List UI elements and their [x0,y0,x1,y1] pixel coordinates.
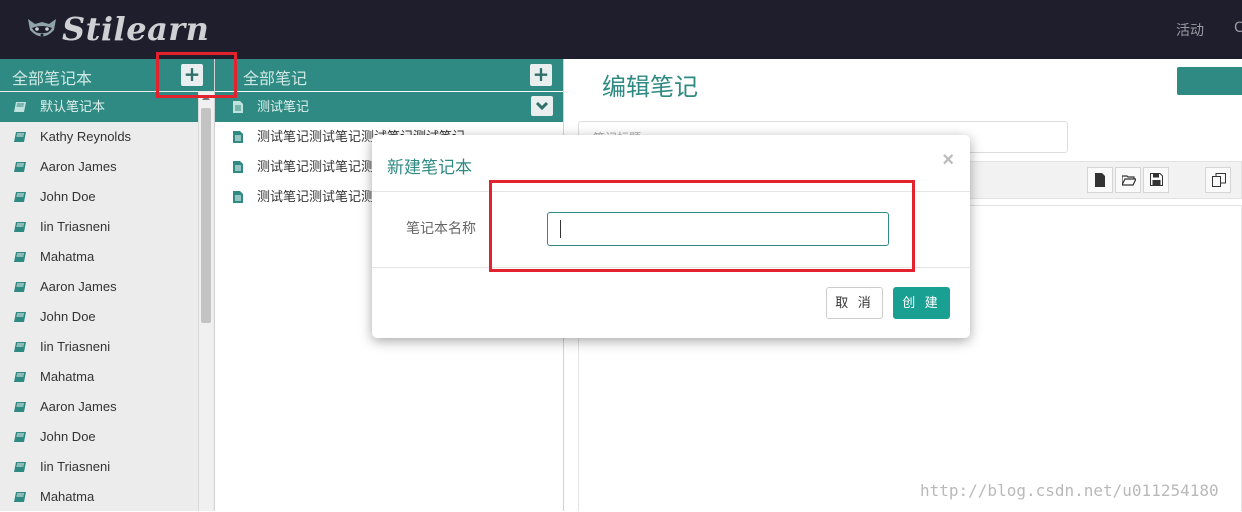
notes-header: 全部笔记 + [215,59,563,91]
notebooks-panel: 全部笔记本 + 默认笔记本 Kathy Reynolds Aaron James… [0,59,215,511]
notebook-item-label: John Doe [40,429,96,444]
scrollbar-thumb[interactable] [201,108,211,323]
notebook-item[interactable]: Aaron James [0,272,198,302]
copy-button[interactable] [1205,167,1231,193]
chevron-down-icon [535,101,549,111]
add-note-button[interactable]: + [530,64,552,86]
open-folder-button[interactable] [1115,167,1141,193]
notebook-item-label: Aaron James [40,399,117,414]
notebook-item[interactable]: John Doe [0,182,198,212]
dialog-title: 新建笔记本 [387,158,472,177]
book-icon [14,462,26,472]
document-icon [233,131,243,143]
raccoon-logo-icon [28,19,56,37]
notebook-item-label: John Doe [40,189,96,204]
notebook-item-label: Iin Triasneni [40,219,111,234]
notebook-item-label: John Doe [40,309,96,324]
notebook-item[interactable]: Mahatma [0,242,198,272]
notes-header-title: 全部笔记 [243,71,308,88]
app-logo[interactable]: Stilearn [26,10,209,48]
notebooks-header-title: 全部笔记本 [12,71,93,88]
book-icon [14,252,26,262]
notebook-item[interactable]: Kathy Reynolds [0,122,198,152]
notebook-list-scrollbar[interactable] [198,92,213,511]
notebook-item[interactable]: John Doe [0,422,198,452]
notebook-item-label: Aaron James [40,279,117,294]
notebook-item[interactable]: John Doe [0,302,198,332]
note-options-button[interactable] [531,96,553,116]
create-button[interactable]: 创 建 [893,287,950,319]
save-button[interactable] [1143,167,1169,193]
document-icon [233,101,243,113]
book-icon [14,162,26,172]
nav-activity-link[interactable]: 活动 [1176,20,1204,40]
notebook-item[interactable]: Aaron James [0,152,198,182]
note-item-label: 测试笔记 [257,99,310,114]
notebook-item[interactable]: Mahatma [0,482,198,512]
book-icon [14,492,26,502]
notebook-item-label: Kathy Reynolds [40,129,132,144]
nav-edge-item[interactable]: C [1234,20,1242,38]
app-logo-text: Stilearn [62,10,210,48]
notebook-item-label: 默认笔记本 [40,99,106,114]
notebook-item-label: Aaron James [40,159,117,174]
book-icon [14,132,26,142]
notebook-item[interactable]: Mahatma [0,362,198,392]
folder-open-icon [1122,175,1136,186]
notebook-item-label: Mahatma [40,249,95,264]
notebook-item[interactable]: Iin Triasneni [0,212,198,242]
notebook-item-label: Iin Triasneni [40,339,111,354]
book-icon [14,312,26,322]
book-icon [14,192,26,202]
document-icon [233,191,243,203]
notebook-item[interactable]: Iin Triasneni [0,332,198,362]
close-icon[interactable]: × [942,149,954,172]
book-icon [14,432,26,442]
cancel-button[interactable]: 取 消 [826,287,883,319]
annotation-highlight-add-button [156,52,237,98]
save-icon [1150,173,1163,186]
new-file-button[interactable] [1087,167,1113,193]
notebook-item-label: Mahatma [40,369,95,384]
notebook-name-label: 笔记本名称 [406,220,476,236]
book-icon [14,222,26,232]
watermark-text: http://blog.csdn.net/u011254180 [920,481,1219,500]
top-header: Stilearn 活动 C [0,0,1242,59]
notebook-item-label: Mahatma [40,489,95,504]
editor-title: 编辑笔记 [602,74,698,101]
document-icon [233,161,243,173]
file-icon [1095,173,1105,187]
note-item[interactable]: 测试笔记 [215,92,563,122]
book-icon [14,342,26,352]
book-icon [14,372,26,382]
notebook-item-label: Iin Triasneni [40,459,111,474]
editor-action-button[interactable] [1177,67,1242,95]
notebook-list: 默认笔记本 Kathy Reynolds Aaron James John Do… [0,92,198,512]
annotation-highlight-name-input [489,180,915,272]
copy-icon [1212,173,1226,187]
notebook-item[interactable]: Aaron James [0,392,198,422]
book-icon [14,282,26,292]
book-icon [14,102,26,112]
notebook-item[interactable]: Iin Triasneni [0,452,198,482]
book-icon [14,402,26,412]
